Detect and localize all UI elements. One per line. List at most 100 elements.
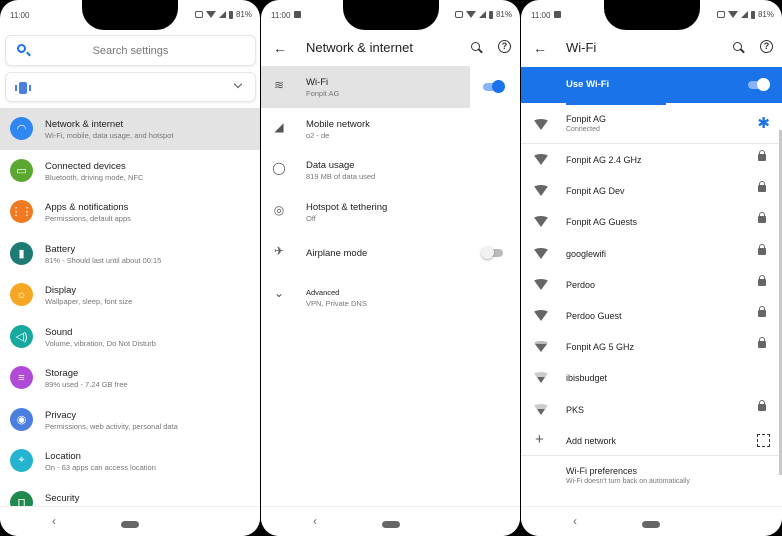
help-icon[interactable]: ? [498,40,511,53]
add-network-item[interactable]: + Add network [521,425,782,456]
network-item-data-usage[interactable]: ◯ Data usage 819 MB of data used [261,149,520,191]
wifi-network-item[interactable]: PKS [521,394,782,425]
nav-home-button[interactable] [642,521,660,528]
wifi-signal-icon [533,403,549,415]
network-status: Connected [566,126,600,133]
wifi-network-item[interactable]: googlewifi [521,238,782,269]
wifi-preferences-item[interactable]: Wi-Fi preferences Wi-Fi doesn't turn bac… [521,456,782,496]
settings-item-subtitle: On - 63 apps can access location [45,463,156,472]
search-settings-input[interactable]: Search settings [5,35,256,66]
battery-percent: 81% [235,10,252,19]
use-wifi-bar[interactable]: Use Wi-Fi [521,67,782,105]
wifi-toggle[interactable] [483,80,505,93]
wifi-status-icon [727,11,738,18]
toggle-knob [492,80,505,93]
vibrate-icon [194,11,203,18]
data-usage-icon: ◯ [272,161,286,175]
wifi-network-item[interactable]: Fonpit AG Guests [521,206,782,237]
back-arrow-icon[interactable]: ← [273,40,287,56]
settings-item-title: Privacy [45,409,77,421]
wifi-icon: ◠ [10,117,33,140]
network-item-title: Mobile network [306,118,370,130]
airplane-mode-toggle[interactable] [481,246,503,259]
settings-item-network-internet[interactable]: ◠ Network & internet Wi-Fi, mobile, data u… [0,108,260,150]
network-name: Fonpit AG [566,114,607,124]
wifi-network-item[interactable]: ibisbudget [521,362,782,393]
wifi-network-item[interactable]: Perdoo [521,269,782,300]
nav-home-button[interactable] [382,521,400,528]
wifi-network-item[interactable]: Fonpit AG 5 GHz [521,331,782,362]
lock-icon [758,150,766,161]
vibrate-icon [716,11,725,18]
gear-icon[interactable]: ✱ [757,116,770,131]
network-item-mobile-network[interactable]: ◢ Mobile network o2 - de [261,108,520,150]
network-screen: 11:00 81% ← Network & internet ? ≋ Wi-Fi F… [261,0,520,536]
settings-item-subtitle: Permissions, default apps [45,214,131,223]
settings-item-title: Connected devices [45,160,126,172]
search-icon[interactable] [733,42,742,51]
settings-item-privacy[interactable]: ◉ Privacy Permissions, web activity, perso… [0,399,260,441]
nav-home-button[interactable] [121,521,139,528]
lock-icon [758,305,766,317]
search-icon[interactable] [471,42,480,51]
settings-item-display[interactable]: ☼ Display Wallpaper, sleep, font size [0,274,260,316]
lock-icon [758,181,766,193]
network-item-airplane-mode[interactable]: ✈ Airplane mode [261,232,520,274]
use-wifi-label: Use Wi-Fi [566,79,610,90]
settings-item-title: Security [45,492,80,504]
toggle-knob [481,246,494,259]
settings-screen: 11:00 81% Search settings ◠ Network & int… [0,0,260,536]
app-bar: ← Wi-Fi ? [521,30,782,66]
settings-item-title: Battery [45,243,76,255]
privacy-eye-icon: ◉ [10,407,33,431]
status-time: 11:00 [10,11,30,20]
settings-item-title: Apps & notifications [45,202,129,213]
settings-item-subtitle: 89% used - 7.24 GB free [45,380,128,389]
page-title: Network & internet [306,40,413,55]
nav-back-button[interactable]: ‹ [52,514,56,528]
vibrate-condition-card[interactable] [5,72,256,102]
chevron-down-icon: ⌄ [273,285,285,300]
wifi-signal-icon [533,185,549,197]
settings-item-sound[interactable]: ◁) Sound Volume, vibration, Do Not Disturb [0,316,260,358]
signal-icon: ◢ [274,119,284,134]
wifi-network-item[interactable]: Fonpit AG 2.4 GHz [521,144,782,175]
network-item-wi-fi[interactable]: ≋ Wi-Fi Fonpit AG [261,66,505,108]
settings-item-apps-notifications[interactable]: ⋮⋮ Apps & notifications Permissions, defau… [0,191,260,233]
network-item-subtitle: VPN, Private DNS [306,298,367,308]
wifi-icon: ≋ [273,78,285,92]
plus-icon: + [535,430,544,448]
network-name: Perdoo Guest [566,310,622,321]
wifi-status-icon [205,11,216,18]
wifi-signal-icon [533,309,549,321]
app-bar: ← Network & internet ? [261,30,520,66]
settings-item-subtitle: Wi-Fi, mobile, data usage, and hotspot [45,131,174,140]
nav-back-button[interactable]: ‹ [313,514,317,528]
lock-icon [758,399,766,411]
settings-item-title: Sound [45,326,73,338]
wifi-network-item[interactable]: Fonpit AG Dev [521,175,782,206]
battery-percent: 81% [495,10,512,19]
chevron-down-icon[interactable] [233,79,243,89]
nav-back-button[interactable]: ‹ [573,514,577,528]
help-icon[interactable]: ? [760,40,773,53]
network-name: Fonpit AG Dev [566,186,625,197]
brightness-icon: ☼ [10,283,33,306]
use-wifi-toggle[interactable] [748,78,770,91]
network-item-hotspot-tethering[interactable]: ◎ Hotspot & tethering Off [261,191,520,233]
wifi-network-item[interactable]: Perdoo Guest [521,300,782,331]
settings-item-location[interactable]: ⌖ Location On - 63 apps can access locatio… [0,440,260,482]
network-item-advanced[interactable]: ⌄ Advanced VPN, Private DNS [261,274,520,316]
settings-item-storage[interactable]: ≡ Storage 89% used - 7.24 GB free [0,357,260,399]
settings-item-battery[interactable]: ▮ Battery 81% - Should last until about 00… [0,233,260,275]
camera-notch [342,0,439,30]
wifi-connected-network[interactable]: Fonpit AG Connected ✱ [521,106,782,144]
status-time: 11:00 [271,11,291,20]
network-name: Fonpit AG 5 GHz [566,342,635,353]
wifi-signal-icon [533,247,549,259]
qr-scan-icon[interactable] [757,433,770,447]
settings-item-subtitle: Permissions, web activity, personal data [45,421,178,431]
back-arrow-icon[interactable]: ← [533,40,547,56]
use-wifi-underline [566,102,666,105]
settings-item-connected-devices[interactable]: ▭ Connected devices Bluetooth, driving mod… [0,150,260,192]
